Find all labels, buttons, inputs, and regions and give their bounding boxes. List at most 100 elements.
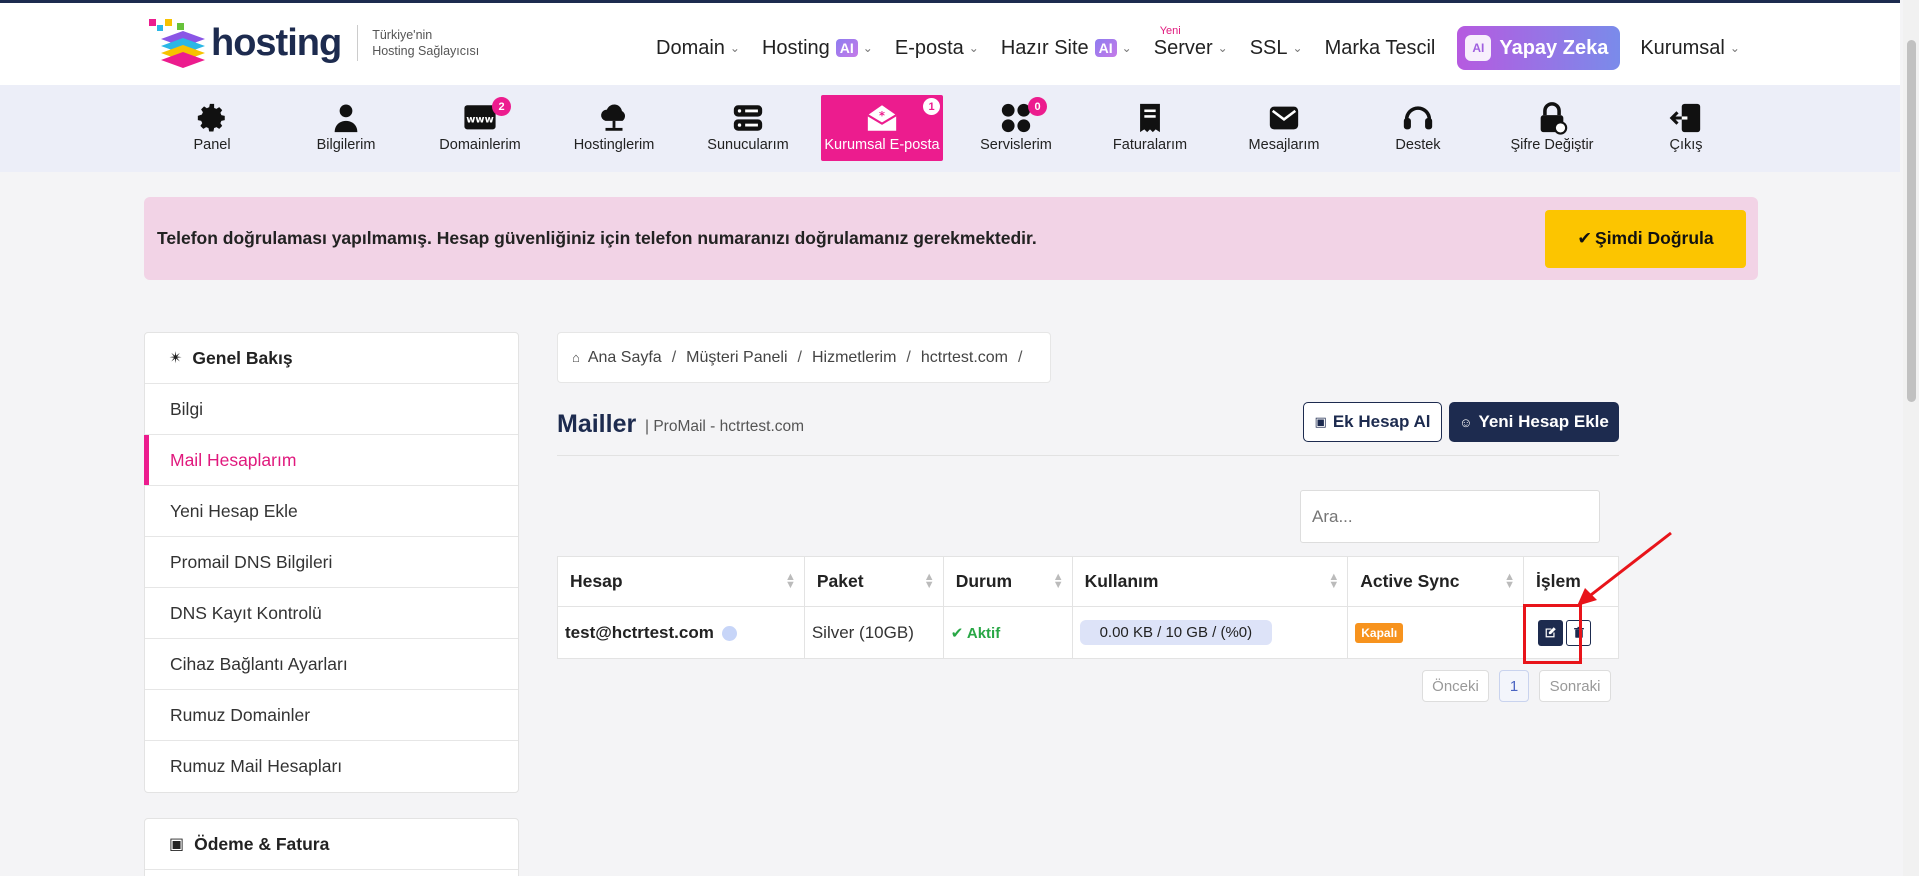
sidebar-item-mail-hesaplarim[interactable]: Mail Hesaplarım: [144, 435, 518, 486]
scrollbar-thumb[interactable]: [1907, 40, 1916, 402]
sort-icon: ▲ ▼: [1328, 571, 1340, 591]
iconbar-bilgilerim[interactable]: Bilgilerim: [285, 95, 407, 161]
table-header-row: Hesap ▲ ▼ Paket ▲ ▼ Durum ▲ ▼ Kullanım ▲ ▼ Activ…: [557, 556, 1619, 607]
breadcrumb-item[interactable]: Ana Sayfa: [588, 349, 662, 367]
nav-marka-tescil-label: Marka Tescil: [1324, 36, 1436, 59]
col-durum[interactable]: Durum ▲ ▼: [942, 556, 1073, 607]
col-kullanim[interactable]: Kullanım ▲ ▼: [1071, 556, 1349, 607]
yapay-zeka-label: Yapay Zeka: [1499, 36, 1609, 59]
iconbar-kurumsal-eposta[interactable]: * Kurumsal E-posta 1: [821, 95, 943, 161]
col-paket[interactable]: Paket ▲ ▼: [803, 556, 944, 607]
server-icon: [733, 105, 763, 131]
phone-verification-alert: Telefon doğrulaması yapılmamış. Hesap gü…: [144, 197, 1758, 280]
nav-server[interactable]: Yeni Server ⌄: [1154, 25, 1228, 60]
new-tag: Yeni: [1159, 24, 1181, 37]
count-badge: 0: [1028, 97, 1047, 116]
nav-hosting-label: Hosting: [761, 36, 830, 59]
buy-extra-account-label: Ek Hesap Al: [1332, 412, 1431, 431]
add-new-account-label: Yeni Hesap Ekle: [1478, 412, 1609, 431]
breadcrumb: ⌂ Ana Sayfa / Müşteri Paneli / Hizmetler…: [557, 332, 1052, 383]
star-badge-icon: ✴: [169, 350, 183, 367]
logo-tagline: Türkiye'nin Hosting Sağlayıcısı: [372, 27, 479, 59]
iconbar-servislerim[interactable]: Servislerim 0: [955, 95, 1077, 161]
iconbar-label: Sunucularım: [707, 137, 789, 153]
add-new-account-button[interactable]: ☺ Yeni Hesap Ekle: [1449, 402, 1619, 442]
package-value: Silver (10GB): [811, 622, 914, 642]
sidebar-item-rumuz-domainler[interactable]: Rumuz Domainler: [145, 690, 518, 741]
status-label: Aktif: [966, 624, 1001, 642]
iconbar-label: Domainlerim: [439, 137, 521, 153]
col-label: Hesap: [570, 571, 623, 591]
nav-hazir-site[interactable]: Hazır Site AI ⌄: [1001, 37, 1132, 60]
sidebar-item-promail-dns[interactable]: Promail DNS Bilgileri: [145, 537, 518, 588]
sidebar-item-yeni-hesap-ekle[interactable]: Yeni Hesap Ekle: [145, 486, 518, 537]
headset-icon: [1403, 106, 1433, 130]
verify-now-button[interactable]: ✔ Şimdi Doğrula: [1545, 209, 1746, 268]
nav-domain[interactable]: Domain ⌄: [656, 37, 740, 60]
sidebar-item-bilgi[interactable]: Bilgi: [145, 384, 518, 435]
sidebar-item-dns-kayit[interactable]: DNS Kayıt Kontrolü: [145, 588, 518, 639]
nav-hazir-site-label: Hazır Site: [1000, 36, 1089, 59]
buy-extra-account-button[interactable]: ▣ Ek Hesap Al: [1303, 402, 1442, 442]
cell-package: Silver (10GB): [803, 606, 944, 659]
svg-text:*: *: [879, 108, 885, 122]
top-navbar: hosting Türkiye'nin Hosting Sağlayıcısı …: [0, 0, 1900, 85]
col-active-sync[interactable]: Active Sync ▲ ▼: [1347, 556, 1525, 607]
mail-accounts-table: Hesap ▲ ▼ Paket ▲ ▼ Durum ▲ ▼ Kullanım ▲ ▼ Activ…: [557, 556, 1619, 659]
search-input[interactable]: [1300, 490, 1600, 543]
iconbar-sunucularim[interactable]: Sunucularım: [687, 95, 809, 161]
sidebar-heading: ✴ Genel Bakış: [145, 333, 518, 384]
cell-active-sync: Kapalı: [1347, 606, 1525, 659]
breadcrumb-item[interactable]: hctrtest.com: [921, 349, 1008, 367]
col-hesap[interactable]: Hesap ▲ ▼: [557, 556, 805, 607]
logo[interactable]: hosting Türkiye'nin Hosting Sağlayıcısı: [147, 17, 479, 69]
sidebar-item-rumuz-mail[interactable]: Rumuz Mail Hesapları: [145, 741, 518, 792]
iconbar-label: Şifre Değiştir: [1510, 137, 1594, 153]
active-sync-badge: Kapalı: [1355, 623, 1404, 643]
lock-icon: [1540, 102, 1568, 135]
iconbar-sifre-degistir[interactable]: Şifre Değiştir: [1491, 95, 1613, 161]
ai-badge: AI: [1094, 39, 1117, 57]
sidebar-item-cihaz-baglanti[interactable]: Cihaz Bağlantı Ayarları: [145, 639, 518, 690]
sidebar-heading: ▣ Ödeme & Fatura: [145, 819, 518, 870]
iconbar-destek[interactable]: Destek: [1357, 95, 1479, 161]
iconbar-panel[interactable]: Panel: [151, 95, 273, 161]
gear-icon: [197, 103, 225, 132]
home-icon: ⌂: [572, 350, 580, 365]
page-scrollbar[interactable]: [1903, 0, 1919, 876]
basket-icon: ▣: [1314, 414, 1327, 429]
chevron-down-icon: ⌄: [1729, 41, 1740, 55]
pagination-prev[interactable]: Önceki: [1422, 670, 1489, 702]
logo-icon: [147, 17, 209, 69]
sort-icon: ▲ ▼: [923, 571, 935, 591]
nav-kurumsal-label: Kurumsal: [1640, 36, 1725, 59]
col-label: Active Sync: [1360, 571, 1460, 591]
breadcrumb-separator: /: [1018, 348, 1023, 366]
cloud-icon: [601, 104, 626, 131]
nav-kurumsal[interactable]: Kurumsal ⌄: [1640, 37, 1740, 60]
pagination-page[interactable]: 1: [1499, 670, 1529, 702]
webmail-icon[interactable]: [721, 625, 737, 641]
iconbar-hostinglerim[interactable]: Hostinglerim: [553, 95, 675, 161]
breadcrumb-item[interactable]: Müşteri Paneli: [686, 349, 787, 367]
iconbar-mesajlarim[interactable]: Mesajlarım: [1223, 95, 1345, 161]
sidebar-heading-label: Ödeme & Fatura: [194, 833, 330, 854]
nav-marka-tescil[interactable]: Marka Tescil: [1325, 37, 1436, 60]
iconbar-domainlerim[interactable]: www Domainlerim 2: [419, 95, 541, 161]
cell-status: ✔ Aktif: [942, 606, 1073, 659]
table-row: test@hctrtest.com Silver (10GB) ✔ Aktif …: [557, 606, 1619, 659]
breadcrumb-item[interactable]: Hizmetlerim: [812, 349, 896, 367]
chevron-down-icon: ⌄: [968, 41, 979, 55]
yapay-zeka-button[interactable]: AI Yapay Zeka: [1457, 26, 1621, 70]
nav-eposta-label: E-posta: [894, 36, 964, 59]
iconbar-faturalarim[interactable]: Faturalarım: [1089, 95, 1211, 161]
iconbar-cikis[interactable]: Çıkış: [1625, 95, 1747, 161]
tagline-line-1: Türkiye'nin: [372, 28, 433, 42]
pagination-next[interactable]: Sonraki: [1539, 670, 1611, 702]
chevron-down-icon: ⌄: [1292, 41, 1303, 55]
nav-hosting[interactable]: Hosting AI ⌄: [762, 37, 873, 60]
nav-ssl[interactable]: SSL ⌄: [1250, 37, 1303, 60]
page-header: Mailler | ProMail - hctrtest.com ▣ Ek He…: [557, 402, 1619, 456]
nav-eposta[interactable]: E-posta ⌄: [895, 37, 979, 60]
chevron-down-icon: ⌄: [1121, 41, 1132, 55]
